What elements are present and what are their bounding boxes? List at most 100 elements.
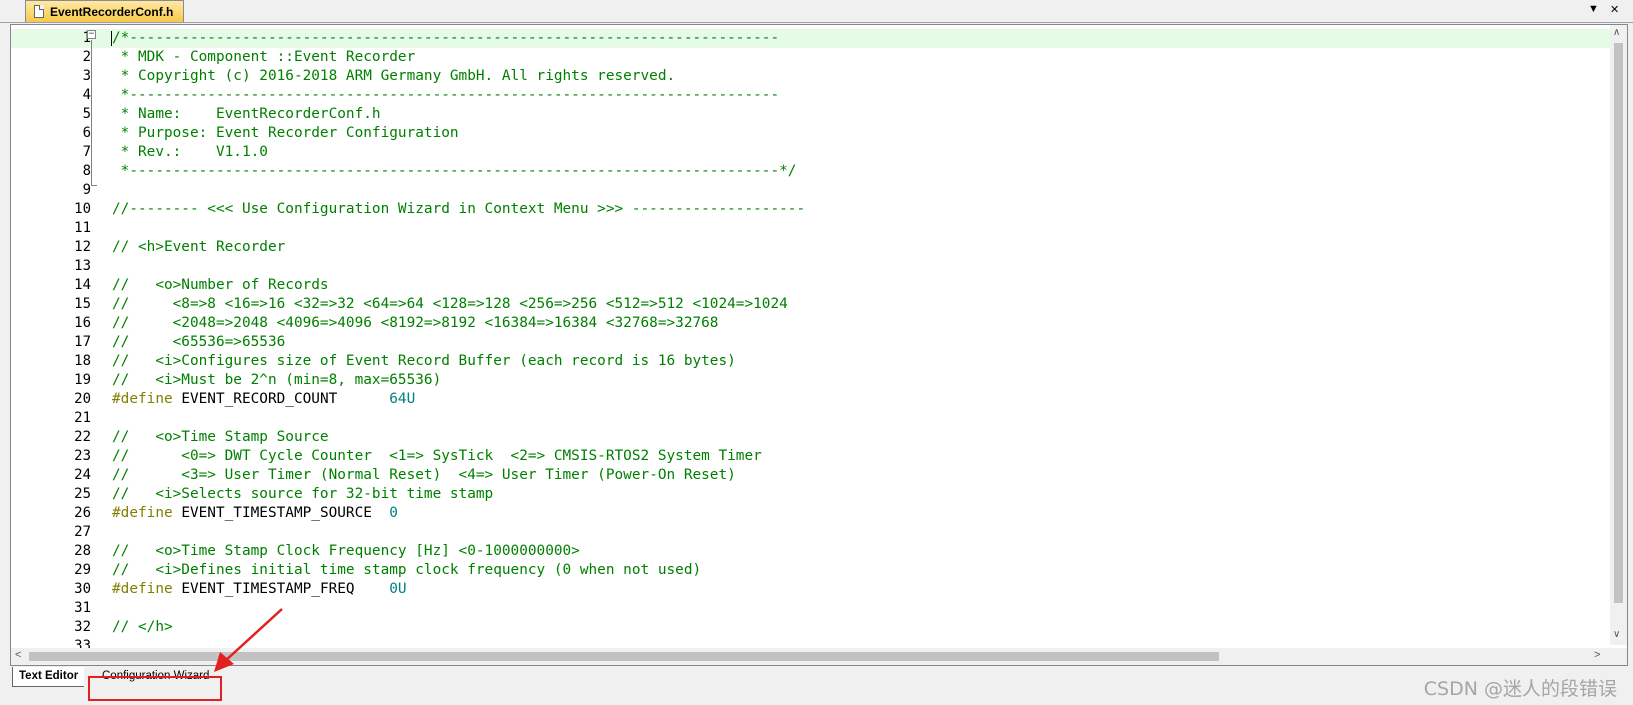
line-number: 20 — [74, 391, 91, 407]
code-line[interactable]: 6 * Purpose: Event Recorder Configuratio… — [11, 124, 1611, 143]
code-token: EVENT_TIMESTAMP_FREQ — [172, 581, 390, 597]
close-tab-icon[interactable]: ✕ — [1610, 3, 1619, 16]
code-line[interactable]: 9 — [11, 181, 1611, 200]
code-line[interactable]: 18 // <i>Configures size of Event Record … — [11, 352, 1611, 371]
code-line[interactable]: 22 // <o>Time Stamp Source — [11, 428, 1611, 447]
code-token: * MDK - Component ::Event Recorder — [112, 49, 416, 65]
code-token: #define — [112, 391, 173, 407]
scroll-down-icon[interactable]: ∨ — [1613, 629, 1620, 640]
code-line[interactable]: 20 #define EVENT_RECORD_COUNT 64U — [11, 390, 1611, 409]
horizontal-scrollbar[interactable]: < > — [11, 648, 1627, 665]
line-text: #define EVENT_TIMESTAMP_SOURCE 0 — [112, 504, 398, 523]
line-number: 17 — [74, 334, 91, 350]
code-line[interactable]: 28 // <o>Time Stamp Clock Frequency [Hz] … — [11, 542, 1611, 561]
code-line[interactable]: 12 // <h>Event Recorder — [11, 238, 1611, 257]
line-number: 9 — [82, 182, 91, 198]
code-line[interactable]: 26 #define EVENT_TIMESTAMP_SOURCE 0 — [11, 504, 1611, 523]
code-line[interactable]: 24 // <3=> User Timer (Normal Reset) <4=>… — [11, 466, 1611, 485]
code-token: // <i>Must be 2^n (min=8, max=65536) — [112, 372, 442, 388]
code-token: // <2048=>2048 <4096=>4096 <8192=>8192 <… — [112, 315, 719, 331]
line-number: 11 — [74, 220, 91, 236]
code-token: // </h> — [112, 619, 173, 635]
code-line[interactable]: 2 * MDK - Component ::Event Recorder — [11, 48, 1611, 67]
line-text: * Copyright (c) 2016-2018 ARM Germany Gm… — [112, 67, 676, 86]
line-text: // <o>Number of Records — [112, 276, 329, 295]
code-line[interactable]: 1 /*-------------------------------------… — [11, 29, 1611, 48]
code-line[interactable]: 11 — [11, 219, 1611, 238]
code-line[interactable]: 3 * Copyright (c) 2016-2018 ARM Germany … — [11, 67, 1611, 86]
line-number: 21 — [74, 410, 91, 426]
vertical-scroll-thumb[interactable] — [1614, 43, 1623, 603]
code-line[interactable]: 29 // <i>Defines initial time stamp clock… — [11, 561, 1611, 580]
code-line[interactable]: 15 // <8=>8 <16=>16 <32=>32 <64=>64 <128=… — [11, 295, 1611, 314]
line-text: // <8=>8 <16=>16 <32=>32 <64=>64 <128=>1… — [112, 295, 788, 314]
code-line[interactable]: 4 *-------------------------------------… — [11, 86, 1611, 105]
code-area[interactable]: 1 /*-------------------------------------… — [11, 29, 1611, 665]
line-text: // <3=> User Timer (Normal Reset) <4=> U… — [112, 466, 736, 485]
code-token: // <65536=>65536 — [112, 334, 286, 350]
code-token: // <i>Defines initial time stamp clock f… — [112, 562, 702, 578]
line-number: 5 — [82, 106, 91, 122]
scroll-up-icon[interactable]: ∧ — [1613, 27, 1620, 38]
code-token: #define — [112, 581, 173, 597]
line-number: 1 — [11, 29, 91, 48]
code-editor[interactable]: 1 /*-------------------------------------… — [10, 24, 1628, 666]
vertical-scrollbar[interactable]: ∧ ∨ — [1610, 25, 1627, 645]
line-number: 30 — [74, 581, 91, 597]
scroll-right-icon[interactable]: > — [1594, 649, 1600, 661]
tab-list-dropdown-icon[interactable]: ▼ — [1588, 3, 1599, 15]
code-line[interactable]: 30 #define EVENT_TIMESTAMP_FREQ 0U — [11, 580, 1611, 599]
file-tab-label: EventRecorderConf.h — [50, 5, 174, 19]
code-line[interactable]: 13 — [11, 257, 1611, 276]
tab-text-editor[interactable]: Text Editor — [12, 667, 85, 687]
line-number: 26 — [74, 505, 91, 521]
code-line[interactable]: 32 // </h> — [11, 618, 1611, 637]
scroll-left-icon[interactable]: < — [15, 649, 21, 661]
fold-collapse-icon[interactable]: − — [87, 30, 96, 39]
watermark-text: CSDN @迷人的段错误 — [1423, 678, 1617, 700]
code-line[interactable]: 23 // <0=> DWT Cycle Counter <1=> SysTick… — [11, 447, 1611, 466]
line-text: // <o>Time Stamp Source — [112, 428, 329, 447]
code-line[interactable]: 21 — [11, 409, 1611, 428]
line-number: 29 — [74, 562, 91, 578]
code-token: *---------------------------------------… — [112, 163, 797, 179]
line-number: 6 — [82, 125, 91, 141]
line-text: * Name: EventRecorderConf.h — [112, 105, 381, 124]
line-text: /*--------------------------------------… — [112, 29, 779, 48]
file-tab-strip: EventRecorderConf.h ▼ ✕ — [0, 0, 1633, 23]
code-line[interactable]: 17 // <65536=>65536 — [11, 333, 1611, 352]
code-line[interactable]: 19 // <i>Must be 2^n (min=8, max=65536) — [11, 371, 1611, 390]
line-text: //-------- <<< Use Configuration Wizard … — [112, 200, 805, 219]
code-line[interactable]: 10 //-------- <<< Use Configuration Wizar… — [11, 200, 1611, 219]
code-token: //-------- <<< Use Configuration Wizard … — [112, 201, 806, 217]
horizontal-scroll-thumb[interactable] — [29, 652, 1219, 661]
line-number: 18 — [74, 353, 91, 369]
line-text: *---------------------------------------… — [112, 86, 779, 105]
code-token: EVENT_RECORD_COUNT — [172, 391, 390, 407]
editor-mode-tabs: Text Editor Configuration Wizard — [0, 666, 1633, 705]
code-line[interactable]: 5 * Name: EventRecorderConf.h — [11, 105, 1611, 124]
code-token: /*--------------------------------------… — [112, 30, 780, 46]
code-token: 0 — [389, 505, 398, 521]
code-token: // <i>Configures size of Event Record Bu… — [112, 353, 736, 369]
line-number: 8 — [82, 163, 91, 179]
code-token: // <0=> DWT Cycle Counter <1=> SysTick <… — [112, 448, 762, 464]
line-text: // <i>Selects source for 32-bit time sta… — [112, 485, 493, 504]
code-line[interactable]: 16 // <2048=>2048 <4096=>4096 <8192=>8192… — [11, 314, 1611, 333]
file-tab-eventrecorderconf[interactable]: EventRecorderConf.h — [25, 0, 185, 22]
code-line[interactable]: 14 // <o>Number of Records — [11, 276, 1611, 295]
code-line[interactable]: 25 // <i>Selects source for 32-bit time s… — [11, 485, 1611, 504]
code-token: EVENT_TIMESTAMP_SOURCE — [172, 505, 390, 521]
code-token: 64U — [389, 391, 416, 407]
code-line[interactable]: 7 * Rev.: V1.1.0 — [11, 143, 1611, 162]
line-text: * Purpose: Event Recorder Configuration — [112, 124, 459, 143]
code-line[interactable]: 27 — [11, 523, 1611, 542]
code-token: // <o>Time Stamp Clock Frequency [Hz] <0… — [112, 543, 580, 559]
line-number: 12 — [74, 239, 91, 255]
tab-configuration-wizard[interactable]: Configuration Wizard — [96, 667, 216, 686]
code-line[interactable]: 31 — [11, 599, 1611, 618]
code-token: // <o>Time Stamp Source — [112, 429, 329, 445]
line-number: 13 — [74, 258, 91, 274]
code-line[interactable]: 8 *-------------------------------------… — [11, 162, 1611, 181]
code-token: #define — [112, 505, 173, 521]
